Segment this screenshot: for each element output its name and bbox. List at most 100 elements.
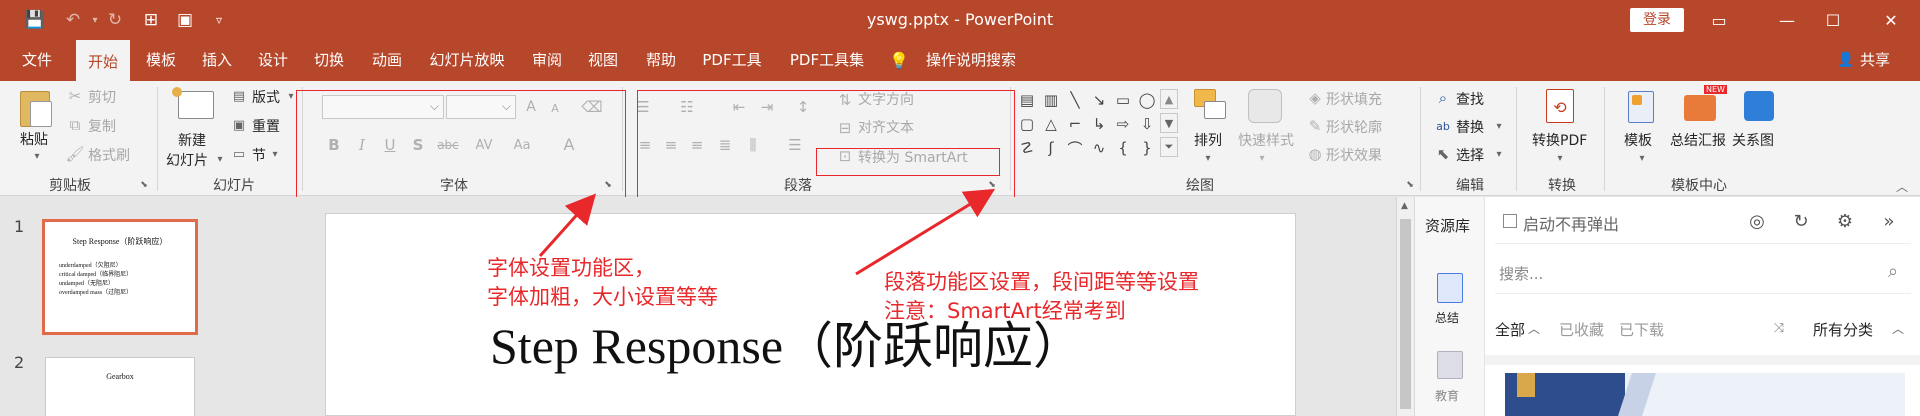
close-icon[interactable]: ✕: [1868, 0, 1914, 40]
select-button[interactable]: 选择: [1456, 145, 1484, 165]
select-dropdown-icon[interactable]: ▾: [1494, 147, 1504, 161]
reset-button[interactable]: 重置: [252, 116, 280, 136]
find-icon[interactable]: ⌕: [1434, 89, 1452, 107]
tab-template[interactable]: 模板: [138, 40, 184, 81]
education-category-label[interactable]: 教育: [1435, 387, 1459, 404]
shape-fill-icon[interactable]: ◈: [1306, 89, 1324, 107]
left-brace-shape-icon[interactable]: {: [1112, 137, 1134, 159]
share-icon[interactable]: 👤: [1836, 40, 1856, 81]
quick-styles-icon[interactable]: [1248, 89, 1282, 123]
convert-pdf-button[interactable]: 转换PDF: [1532, 130, 1587, 150]
tab-home[interactable]: 开始: [76, 40, 130, 81]
oval-shape-icon[interactable]: ◯: [1136, 89, 1158, 111]
vertical-textbox-shape-icon[interactable]: ▥: [1040, 89, 1062, 111]
format-painter-button[interactable]: 格式刷: [88, 145, 130, 165]
tab-review[interactable]: 审阅: [524, 40, 570, 81]
template-dropdown-icon[interactable]: ▾: [1636, 151, 1648, 165]
shapes-scroll-down-icon[interactable]: ▼: [1160, 113, 1178, 133]
elbow-connector-shape-icon[interactable]: ⌐: [1064, 113, 1086, 135]
summary-category-label[interactable]: 总结: [1435, 309, 1459, 326]
account-icon[interactable]: ◎: [1745, 209, 1769, 233]
reset-icon[interactable]: ▣: [230, 116, 248, 134]
select-icon[interactable]: ⬉: [1434, 145, 1452, 163]
arrange-dropdown-icon[interactable]: ▾: [1202, 151, 1214, 165]
filter-all-categories[interactable]: 所有分类: [1813, 319, 1873, 340]
new-slide-dropdown-icon[interactable]: ▾: [214, 152, 226, 166]
summary-category-icon[interactable]: [1437, 273, 1463, 303]
shapes-more-icon[interactable]: ⏷: [1160, 137, 1178, 157]
search-input[interactable]: 搜索...: [1499, 263, 1543, 284]
summary-report-icon[interactable]: [1684, 95, 1716, 121]
section-dropdown-icon[interactable]: ▾: [270, 147, 280, 161]
login-button[interactable]: 登录: [1630, 8, 1684, 32]
shape-effects-icon[interactable]: ◍: [1306, 145, 1324, 163]
lightbulb-icon[interactable]: 💡: [888, 40, 910, 81]
new-slide-icon[interactable]: [178, 91, 214, 119]
section-button[interactable]: 节: [252, 145, 266, 165]
refresh-icon[interactable]: ↻: [1789, 209, 1813, 233]
elbow-arrow-shape-icon[interactable]: ↳: [1088, 113, 1110, 135]
filter-all[interactable]: 全部: [1495, 319, 1525, 340]
summary-report-button[interactable]: 总结汇报: [1670, 130, 1726, 150]
categories-chevron-icon[interactable]: ︿: [1891, 319, 1905, 337]
tab-pdf-toolset[interactable]: PDF工具集: [782, 40, 872, 81]
right-brace-shape-icon[interactable]: }: [1136, 137, 1158, 159]
rectangle-shape-icon[interactable]: ▭: [1112, 89, 1134, 111]
new-slide-label-1[interactable]: 新建: [178, 130, 206, 150]
no-popup-checkbox[interactable]: [1503, 214, 1517, 228]
resource-library-tab[interactable]: 资源库: [1425, 215, 1470, 236]
collapse-panel-icon[interactable]: »: [1877, 209, 1901, 233]
tab-design[interactable]: 设计: [250, 40, 296, 81]
template-card[interactable]: [1505, 373, 1905, 416]
layout-dropdown-icon[interactable]: ▾: [286, 89, 296, 103]
tab-transitions[interactable]: 切换: [306, 40, 352, 81]
find-button[interactable]: 查找: [1456, 89, 1484, 109]
convert-pdf-dropdown-icon[interactable]: ▾: [1554, 151, 1566, 165]
minimize-icon[interactable]: —: [1764, 0, 1810, 40]
shape-fill-button[interactable]: 形状填充: [1326, 89, 1382, 109]
relation-diagram-button[interactable]: 关系图: [1732, 130, 1774, 150]
down-arrow-shape-icon[interactable]: ⇩: [1136, 113, 1158, 135]
line-shape-icon[interactable]: ╲: [1064, 89, 1086, 111]
collapse-ribbon-icon[interactable]: ︿: [1894, 179, 1910, 194]
layout-button[interactable]: 版式: [252, 87, 280, 107]
shapes-scroll-up-icon[interactable]: ▲: [1160, 89, 1178, 109]
replace-button[interactable]: 替换: [1456, 117, 1484, 137]
clipboard-launcher-icon[interactable]: ⬊: [138, 179, 150, 191]
copy-button[interactable]: 复制: [88, 116, 116, 136]
textbox-shape-icon[interactable]: ▤: [1016, 89, 1038, 111]
arc-shape-icon[interactable]: ⌒: [1064, 137, 1086, 159]
education-category-icon[interactable]: [1437, 351, 1463, 379]
chevron-up-icon[interactable]: ︿: [1527, 319, 1541, 337]
maximize-icon[interactable]: ☐: [1810, 0, 1856, 40]
tab-insert[interactable]: 插入: [194, 40, 240, 81]
quick-styles-dropdown-icon[interactable]: ▾: [1256, 151, 1268, 165]
settings-icon[interactable]: ⚙: [1833, 209, 1857, 233]
share-button[interactable]: 共享: [1860, 40, 1890, 81]
filter-downloaded[interactable]: 已下载: [1619, 319, 1664, 340]
replace-icon[interactable]: ab: [1434, 117, 1452, 135]
arrange-button[interactable]: 排列: [1194, 130, 1222, 150]
layout-icon[interactable]: ▤: [230, 87, 248, 105]
paste-button[interactable]: 粘贴: [20, 129, 48, 149]
relation-diagram-icon[interactable]: [1744, 91, 1774, 121]
new-slide-label-2[interactable]: 幻灯片: [166, 150, 208, 170]
vertical-scrollbar[interactable]: ▲: [1396, 197, 1414, 416]
paste-dropdown-icon[interactable]: ▾: [30, 149, 44, 163]
cut-button[interactable]: 剪切: [88, 87, 116, 107]
scroll-up-arrow-icon[interactable]: ▲: [1401, 201, 1408, 211]
copy-icon[interactable]: ⧉: [66, 116, 84, 134]
scroll-thumb[interactable]: [1400, 219, 1411, 409]
rounded-rect-shape-icon[interactable]: ▢: [1016, 113, 1038, 135]
format-painter-icon[interactable]: 🖌: [65, 145, 84, 163]
slide-thumbnail-2[interactable]: Gearbox: [45, 357, 195, 416]
tab-slideshow[interactable]: 幻灯片放映: [422, 40, 512, 81]
tab-animations[interactable]: 动画: [364, 40, 410, 81]
ribbon-display-icon[interactable]: ▭: [1696, 0, 1742, 40]
tab-help[interactable]: 帮助: [636, 40, 686, 81]
slide-thumbnail-1[interactable]: Step Response（阶跃响应） underdamped（欠阻尼） cri…: [42, 219, 198, 335]
freeform-shape-icon[interactable]: ☡: [1016, 137, 1038, 159]
shuffle-icon[interactable]: ⤨: [1771, 319, 1787, 337]
shape-outline-button[interactable]: 形状轮廓: [1326, 117, 1382, 137]
curve-shape-icon[interactable]: ʃ: [1040, 137, 1062, 159]
